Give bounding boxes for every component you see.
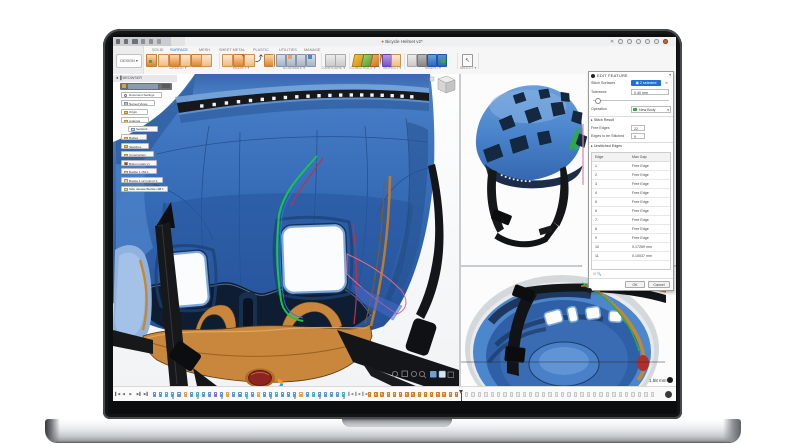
svg-text:1.58 mm: 1.58 mm: [649, 378, 667, 383]
